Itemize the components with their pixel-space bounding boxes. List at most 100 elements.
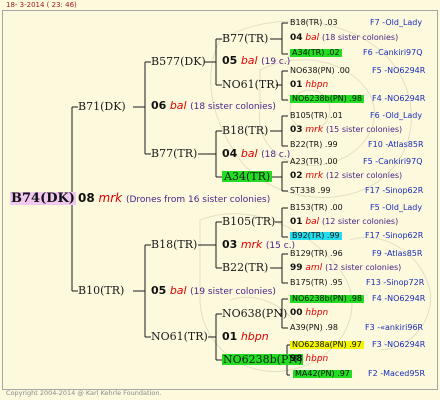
gen4-breeder-6: aml — [305, 263, 323, 273]
gen4-ped-7: F5 -Cankiri97Q — [363, 157, 423, 166]
gen4-ped-16: F2 -Maced95R — [368, 369, 426, 378]
gen4-leaf-10[interactable]: B92(TR) .99 — [290, 232, 342, 240]
gen4-leaf-5[interactable]: B105(TR) .01 — [290, 112, 343, 120]
gen4-ped-4: F4 -NO6294R — [372, 94, 426, 103]
gen4-leaf-7[interactable]: A23(TR) .00 — [290, 158, 338, 166]
gen4-ped-15: F3 -NO6294R — [372, 340, 426, 349]
root-mating-info: 08 mrk (Drones from 16 sister colonies) — [78, 192, 270, 205]
dam-year: 05 — [151, 284, 167, 297]
gen4-leaf-13[interactable]: NO6238b(PN) .98 — [290, 295, 365, 303]
gen4-leaf-6[interactable]: B22(TR) .99 — [290, 141, 338, 149]
sire-note: (18 sister colonies) — [190, 102, 276, 112]
gen4-breeder-3: mrk — [305, 125, 324, 135]
gen4-ped-12: F13 -Sinop72R — [366, 278, 425, 287]
gen3-node-1[interactable]: B77(TR) — [222, 33, 268, 44]
dam-node[interactable]: B10(TR) — [78, 285, 124, 296]
gen2-node-3[interactable]: B18(TR) — [151, 239, 197, 250]
gen4-leaf-4[interactable]: NO6238b(PN) .98 — [290, 95, 365, 103]
gen4-note-6: (12 sister colonies) — [325, 263, 402, 272]
root-queen[interactable]: B74(DK) — [10, 192, 76, 205]
dam-breeder: bal — [169, 284, 187, 297]
gen4-ped-9: F5 -Old_Lady — [370, 203, 423, 212]
sire-mating-info: 06 bal (18 sister colonies) — [151, 100, 276, 112]
gen2-node-1[interactable]: B577(DK) — [151, 56, 206, 67]
gen4-ped-8: F17 -Sinop62R — [365, 186, 424, 195]
gen4-leaf-2[interactable]: A34(TR) .02 — [290, 49, 342, 57]
gen4-year-4: 02 — [290, 171, 303, 181]
gen4-ped-3: F5 -NO6294R — [372, 66, 426, 75]
root-note: (Drones from 16 sister colonies) — [125, 195, 271, 205]
root-breeder: mrk — [98, 191, 123, 205]
gen4-breeder-5: bal — [305, 217, 320, 227]
gen2-info-1: 05 bal (19 c.) — [222, 55, 290, 67]
gen4-mating-3: 03 mrk (15 sister colonies) — [290, 126, 402, 135]
gen4-mating-1: 04 bal (18 sister colonies) — [290, 34, 398, 43]
pedigree-diagram: { "header": {"date": "18- 3-2014 ( 23: 4… — [0, 0, 440, 400]
gen4-year-7: 00 — [290, 308, 303, 318]
gen4-note-4: (12 sister colonies) — [325, 171, 403, 180]
gen4-year-6: 99 — [290, 263, 303, 273]
gen2-breeder-1: bal — [240, 54, 258, 67]
gen4-breeder-1: bal — [305, 33, 320, 43]
gen3-node-2[interactable]: NO61(TR) — [222, 79, 279, 90]
gen4-leaf-3[interactable]: NO638(PN) .00 — [290, 67, 350, 75]
gen4-year-8: 98 — [290, 354, 303, 364]
gen2-year-1: 05 — [222, 54, 238, 67]
gen4-breeder-4: mrk — [305, 171, 324, 181]
gen4-ped-13: F4 -NO6294R — [372, 294, 426, 303]
gen2-breeder-2: bal — [240, 147, 258, 160]
gen4-year-3: 03 — [290, 125, 303, 135]
gen4-note-1: (18 sister colonies) — [322, 33, 399, 42]
dam-note: (19 sister colonies) — [190, 287, 276, 297]
gen3-node-5[interactable]: B105(TR) — [222, 216, 275, 227]
gen2-breeder-3: mrk — [240, 238, 263, 251]
gen4-mating-8: 98 hbpn — [290, 355, 328, 364]
gen2-year-3: 03 — [222, 238, 238, 251]
gen2-year-2: 04 — [222, 147, 238, 160]
dam-mating-info: 05 bal (19 sister colonies) — [151, 285, 276, 297]
gen4-note-5: (12 sister colonies) — [322, 217, 399, 226]
gen4-ped-14: F3 -«ankiri96R — [365, 323, 424, 332]
gen2-node-4[interactable]: NO61(TR) — [151, 331, 208, 342]
gen4-year-1: 04 — [290, 33, 303, 43]
sire-year: 06 — [151, 99, 167, 112]
gen4-ped-11: F9 -Atlas85R — [372, 249, 423, 258]
gen4-leaf-9[interactable]: B153(TR) .00 — [290, 204, 343, 212]
gen4-leaf-16[interactable]: MA42(PN) .97 — [293, 370, 352, 378]
gen4-breeder-7: hbpn — [305, 308, 329, 318]
gen4-leaf-12[interactable]: B175(TR) .95 — [290, 279, 343, 287]
gen4-mating-2: 01 hbpn — [290, 81, 328, 90]
root-year: 08 — [78, 191, 95, 205]
gen4-year-2: 01 — [290, 80, 303, 90]
gen4-leaf-1[interactable]: B18(TR) .03 — [290, 19, 338, 27]
gen4-leaf-8[interactable]: ST338 .99 — [290, 187, 331, 195]
gen4-ped-6: F10 -Atlas85R — [368, 140, 424, 149]
gen4-ped-10: F17 -Sinop62R — [365, 231, 424, 240]
gen4-year-5: 01 — [290, 217, 303, 227]
gen2-node-2[interactable]: B77(TR) — [151, 148, 197, 159]
gen4-leaf-14[interactable]: A39(PN) .98 — [290, 324, 338, 332]
gen4-breeder-8: hbpn — [305, 354, 329, 364]
gen3-node-4[interactable]: A34(TR) — [222, 171, 273, 182]
gen4-note-3: (15 sister colonies) — [325, 125, 403, 134]
gen4-mating-4: 02 mrk (12 sister colonies) — [290, 172, 402, 181]
gen4-leaf-15[interactable]: NO6238a(PN) .97 — [290, 341, 364, 349]
sire-node[interactable]: B71(DK) — [78, 101, 126, 112]
gen3-node-3[interactable]: B18(TR) — [222, 125, 268, 136]
gen4-mating-7: 00 hbpn — [290, 309, 328, 318]
gen2-breeder-4: hbpn — [240, 330, 269, 343]
gen4-ped-2: F6 -Cankiri97Q — [363, 48, 423, 57]
gen2-info-4: 01 hbpn — [222, 331, 269, 342]
gen2-info-3: 03 mrk (15 c.) — [222, 239, 295, 251]
gen4-breeder-2: hbpn — [305, 80, 329, 90]
gen2-note-2: (18 c.) — [261, 150, 291, 160]
gen4-ped-1: F7 -Old_Lady — [370, 18, 423, 27]
sire-breeder: bal — [169, 99, 187, 112]
gen3-node-7[interactable]: NO638(PN) — [222, 308, 287, 319]
gen2-year-4: 01 — [222, 330, 238, 343]
gen4-leaf-11[interactable]: B129(TR) .96 — [290, 250, 343, 258]
gen2-info-2: 04 bal (18 c.) — [222, 148, 290, 160]
gen4-mating-5: 01 bal (12 sister colonies) — [290, 218, 398, 227]
gen2-note-1: (19 c.) — [261, 57, 291, 67]
gen3-node-6[interactable]: B22(TR) — [222, 262, 268, 273]
